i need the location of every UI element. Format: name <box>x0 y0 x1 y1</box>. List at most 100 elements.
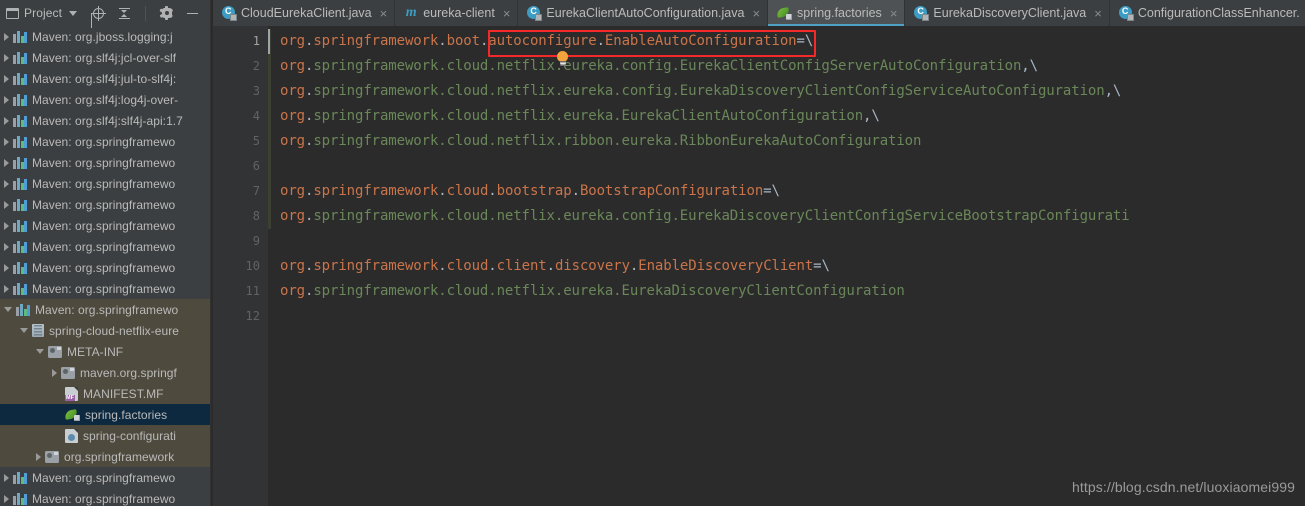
line-number: 4 <box>252 109 260 123</box>
jar-icon <box>32 324 44 337</box>
java-class-icon <box>527 6 543 21</box>
tree-item[interactable]: Maven: org.springframewo <box>0 194 210 215</box>
tree-item[interactable]: Maven: org.slf4j:log4j-over- <box>0 89 210 110</box>
intention-bulb-icon[interactable] <box>556 51 569 66</box>
editor-tab-label: EurekaClientAutoConfiguration.java <box>546 6 745 20</box>
tree-item-label: Maven: org.slf4j:jcl-over-slf <box>32 50 177 65</box>
expand-arrow-down-icon[interactable] <box>20 328 28 333</box>
code-token: org <box>280 258 305 274</box>
editor-tab[interactable]: spring.factories × <box>768 0 906 26</box>
code-line[interactable] <box>280 229 1305 254</box>
code-editor[interactable]: 1 2 3 4 5 6 7 8 9 10 11 12 org.springframework.boot… <box>213 26 1305 506</box>
code-token: \ <box>871 108 880 124</box>
code-line[interactable]: org.springframework.cloud.client.discove… <box>280 254 1305 279</box>
code-line[interactable]: org.springframework.cloud.netflix.eureka… <box>280 204 1305 229</box>
tree-item[interactable]: MANIFEST.MF <box>0 383 210 404</box>
expand-arrow-down-icon[interactable] <box>4 307 12 312</box>
expand-arrow-right-icon[interactable] <box>4 158 9 167</box>
line-number: 10 <box>245 259 260 273</box>
editor-tab[interactable]: eureka-client × <box>395 0 519 26</box>
editor-tab-bar[interactable]: CloudEurekaClient.java×eureka-client×Eur… <box>213 0 1305 26</box>
minimize-icon[interactable] <box>185 6 200 21</box>
tree-item[interactable]: Maven: org.springframewo <box>0 236 210 257</box>
expand-arrow-right-icon[interactable] <box>4 32 9 41</box>
tree-item[interactable]: Maven: org.springframewo <box>0 299 210 320</box>
tree-item[interactable]: maven.org.springf <box>0 362 210 383</box>
tree-item[interactable]: org.springframework <box>0 446 210 467</box>
gear-icon[interactable] <box>159 6 174 21</box>
code-line[interactable]: org.springframework.cloud.netflix.eureka… <box>280 54 1305 79</box>
code-line[interactable]: org.springframework.cloud.netflix.eureka… <box>280 79 1305 104</box>
editor-area: CloudEurekaClient.java×eureka-client×Eur… <box>213 0 1305 506</box>
project-title-button[interactable]: Project <box>6 6 78 20</box>
tree-item-label: Maven: org.springframewo <box>32 134 176 149</box>
tree-item[interactable]: META-INF <box>0 341 210 362</box>
editor-tab[interactable]: CloudEurekaClient.java × <box>213 0 396 26</box>
line-number: 8 <box>252 209 260 223</box>
tree-item[interactable]: Maven: org.springframewo <box>0 173 210 194</box>
close-icon[interactable]: × <box>380 7 388 20</box>
tree-item-label: Maven: org.jboss.logging:j <box>32 29 173 44</box>
expand-arrow-right-icon[interactable] <box>4 221 9 230</box>
folder-icon <box>61 366 75 379</box>
maven-icon <box>13 261 27 274</box>
collapse-all-icon[interactable] <box>117 6 132 21</box>
tree-item[interactable]: Maven: org.springframewo <box>0 257 210 278</box>
close-icon[interactable]: × <box>752 7 760 20</box>
expand-arrow-right-icon[interactable] <box>4 284 9 293</box>
expand-arrow-right-icon[interactable] <box>52 368 57 377</box>
tree-item[interactable]: Maven: org.springframewo <box>0 215 210 236</box>
close-icon[interactable]: × <box>1094 7 1102 20</box>
code-token: . <box>438 33 447 49</box>
code-token: \ <box>771 183 780 199</box>
editor-tab[interactable]: ConfigurationClassEnhancer. <box>1109 0 1305 26</box>
java-class-icon <box>914 6 930 21</box>
code-token: org <box>280 183 305 199</box>
expand-arrow-right-icon[interactable] <box>4 53 9 62</box>
expand-arrow-right-icon[interactable] <box>4 74 9 83</box>
tree-item[interactable]: spring-cloud-netflix-eure <box>0 320 210 341</box>
editor-tab[interactable]: EurekaClientAutoConfiguration.java × <box>518 0 769 26</box>
expand-arrow-right-icon[interactable] <box>4 95 9 104</box>
tree-item[interactable]: Maven: org.jboss.logging:j <box>0 26 210 47</box>
chevron-down-icon[interactable] <box>69 10 78 16</box>
expand-arrow-right-icon[interactable] <box>36 452 41 461</box>
close-icon[interactable]: × <box>503 7 511 20</box>
locate-icon[interactable] <box>91 5 107 21</box>
expand-arrow-right-icon[interactable] <box>4 473 9 482</box>
tree-item[interactable]: Maven: org.springframewo <box>0 278 210 299</box>
close-icon[interactable]: × <box>890 7 898 20</box>
tree-item-label: Maven: org.springframewo <box>32 491 176 506</box>
expand-arrow-right-icon[interactable] <box>4 137 9 146</box>
expand-arrow-right-icon[interactable] <box>4 116 9 125</box>
expand-arrow-right-icon[interactable] <box>4 263 9 272</box>
tree-item[interactable]: Maven: org.slf4j:slf4j-api:1.7 <box>0 110 210 131</box>
tree-item[interactable]: spring-configurati <box>0 425 210 446</box>
tree-item[interactable]: spring.factories <box>0 404 210 425</box>
tree-item[interactable]: Maven: org.springframewo <box>0 152 210 173</box>
code-token: . <box>629 258 639 274</box>
expand-arrow-right-icon[interactable] <box>4 179 9 188</box>
editor-tab[interactable]: EurekaDiscoveryClient.java × <box>905 0 1110 26</box>
expand-arrow-down-icon[interactable] <box>36 349 44 354</box>
code-line[interactable]: org.springframework.cloud.netflix.eureka… <box>280 104 1305 129</box>
expand-arrow-right-icon[interactable] <box>4 242 9 251</box>
code-token: org <box>280 133 305 149</box>
tree-item[interactable]: Maven: org.slf4j:jul-to-slf4j: <box>0 68 210 89</box>
code-line[interactable]: org.springframework.cloud.netflix.ribbon… <box>280 129 1305 154</box>
folder-icon <box>45 450 59 463</box>
project-tree[interactable]: Maven: org.jboss.logging:j Maven: org.slf… <box>0 26 210 506</box>
code-content[interactable]: org.springframework.boot.autoconfigure.E… <box>280 26 1305 506</box>
tree-item[interactable]: Maven: org.springframewo <box>0 467 210 488</box>
tree-item-label: Maven: org.springframewo <box>32 470 176 485</box>
code-line[interactable] <box>280 304 1305 329</box>
expand-arrow-right-icon[interactable] <box>4 200 9 209</box>
code-line[interactable] <box>280 154 1305 179</box>
tree-item[interactable]: Maven: org.springframewo <box>0 488 210 506</box>
code-line[interactable]: org.springframework.cloud.netflix.eureka… <box>280 279 1305 304</box>
expand-arrow-right-icon[interactable] <box>4 494 9 503</box>
tree-item[interactable]: Maven: org.springframewo <box>0 131 210 152</box>
code-line[interactable]: org.springframework.boot.autoconfigure.E… <box>280 29 1305 54</box>
tree-item[interactable]: Maven: org.slf4j:jcl-over-slf <box>0 47 210 68</box>
code-line[interactable]: org.springframework.cloud.bootstrap.Boot… <box>280 179 1305 204</box>
